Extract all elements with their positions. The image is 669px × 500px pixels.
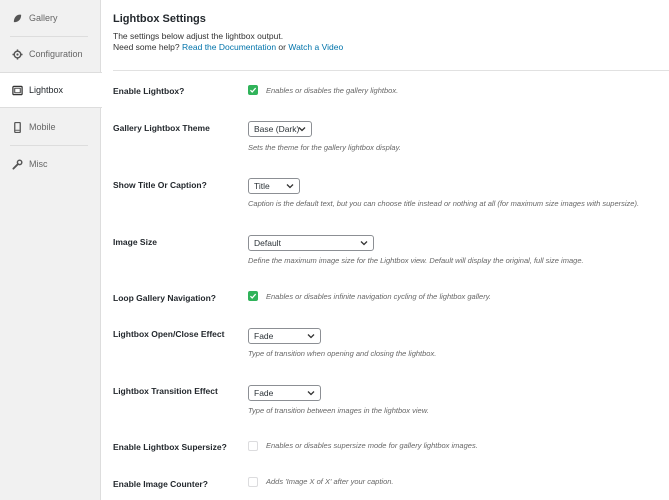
- lightbox-icon: [12, 85, 23, 96]
- chevron-down-icon: [307, 390, 315, 396]
- lightbox-theme-help: Sets the theme for the gallery lightbox …: [248, 143, 401, 152]
- open-close-effect-label: Lightbox Open/Close Effect: [113, 329, 225, 339]
- image-size-select[interactable]: Default: [248, 235, 374, 251]
- loop-navigation-checkbox[interactable]: [248, 291, 258, 301]
- tab-misc-label: Misc: [29, 159, 48, 169]
- image-counter-checkbox[interactable]: [248, 477, 258, 487]
- or-text: or: [278, 42, 286, 52]
- open-close-effect-help: Type of transition when opening and clos…: [248, 349, 437, 358]
- image-size-label: Image Size: [113, 237, 157, 247]
- title-caption-label: Show Title Or Caption?: [113, 180, 207, 190]
- tab-lightbox-label: Lightbox: [29, 85, 64, 95]
- tab-gallery[interactable]: Gallery: [0, 0, 101, 36]
- chevron-down-icon: [298, 126, 306, 132]
- enable-lightbox-label: Enable Lightbox?: [113, 86, 185, 96]
- image-counter-label: Enable Image Counter?: [113, 479, 208, 489]
- mobile-icon: [12, 121, 23, 133]
- chevron-down-icon: [286, 183, 294, 189]
- leaf-icon: [12, 13, 23, 24]
- title-caption-select[interactable]: Title: [248, 178, 300, 194]
- transition-effect-label: Lightbox Transition Effect: [113, 386, 218, 396]
- help-links: Need some help? Read the Documentation o…: [113, 42, 343, 52]
- page-title: Lightbox Settings: [113, 13, 206, 25]
- gear-icon: [12, 48, 23, 60]
- open-close-effect-select[interactable]: Fade: [248, 328, 321, 344]
- header-divider: [113, 70, 669, 71]
- tab-mobile-label: Mobile: [29, 122, 56, 132]
- open-close-effect-value: Fade: [254, 331, 274, 341]
- chevron-down-icon: [307, 333, 315, 339]
- lightbox-theme-label: Gallery Lightbox Theme: [113, 123, 210, 133]
- loop-navigation-help: Enables or disables infinite navigation …: [266, 292, 491, 301]
- tab-lightbox[interactable]: Lightbox: [0, 72, 102, 108]
- enable-lightbox-help: Enables or disables the gallery lightbox…: [266, 86, 399, 95]
- settings-sidebar: Gallery Configuration Lightbox Mobile Mi…: [0, 0, 102, 500]
- checkmark-icon: [249, 293, 257, 299]
- tab-mobile[interactable]: Mobile: [0, 109, 101, 145]
- checkmark-icon: [249, 87, 257, 93]
- image-counter-help: Adds 'Image X of X' after your caption.: [266, 477, 394, 486]
- wrench-icon: [12, 158, 23, 170]
- lightbox-theme-select[interactable]: Base (Dark): [248, 121, 312, 137]
- image-size-help: Define the maximum image size for the Li…: [248, 256, 584, 265]
- transition-effect-value: Fade: [254, 388, 274, 398]
- help-prefix: Need some help?: [113, 42, 180, 52]
- loop-navigation-label: Loop Gallery Navigation?: [113, 293, 216, 303]
- tab-misc[interactable]: Misc: [0, 146, 101, 182]
- documentation-link[interactable]: Read the Documentation: [182, 42, 276, 52]
- transition-effect-select[interactable]: Fade: [248, 385, 321, 401]
- tab-configuration-label: Configuration: [29, 49, 83, 59]
- lightbox-settings-panel: Lightbox Settings The settings below adj…: [101, 0, 669, 500]
- title-caption-value: Title: [254, 181, 270, 191]
- video-link[interactable]: Watch a Video: [288, 42, 343, 52]
- tab-configuration[interactable]: Configuration: [0, 36, 101, 72]
- supersize-checkbox[interactable]: [248, 441, 258, 451]
- image-size-value: Default: [254, 238, 281, 248]
- supersize-label: Enable Lightbox Supersize?: [113, 442, 227, 452]
- title-caption-help: Caption is the default text, but you can…: [248, 199, 640, 208]
- lightbox-theme-value: Base (Dark): [254, 124, 300, 134]
- tab-gallery-label: Gallery: [29, 13, 58, 23]
- transition-effect-help: Type of transition between images in the…: [248, 406, 429, 415]
- page-description: The settings below adjust the lightbox o…: [113, 31, 284, 41]
- supersize-help: Enables or disables supersize mode for g…: [266, 441, 478, 450]
- enable-lightbox-checkbox[interactable]: [248, 85, 258, 95]
- chevron-down-icon: [360, 240, 368, 246]
